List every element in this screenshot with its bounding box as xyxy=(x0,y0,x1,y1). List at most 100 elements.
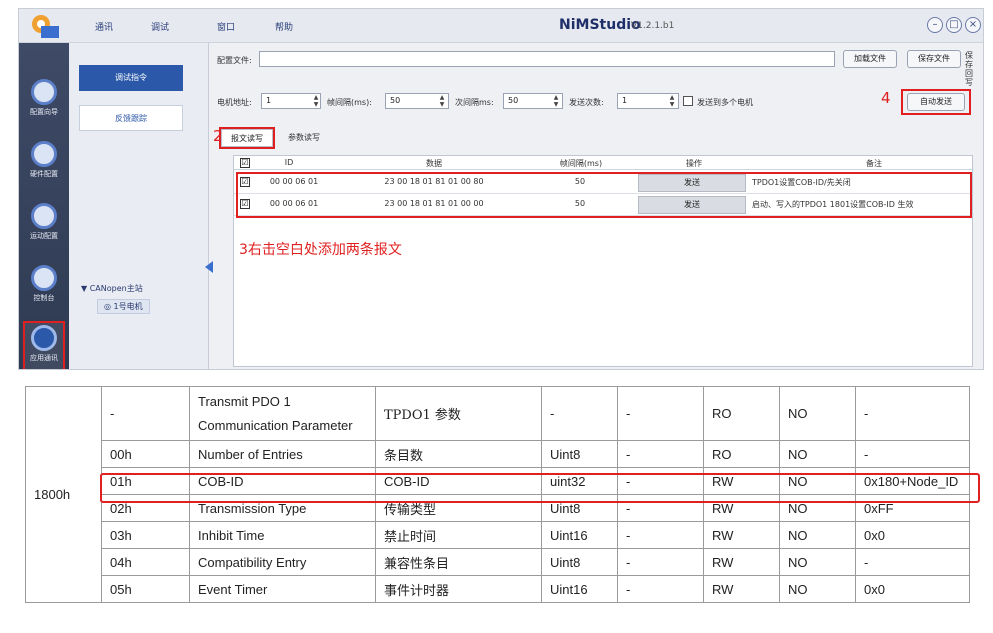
od-name: Event Timer xyxy=(189,575,376,603)
main-content: 配置文件: 加载文件 保存文件 保存回写 电机地址: 1 ▲ ▼ 帧间隔(ms):… xyxy=(213,49,975,369)
feedback-trace-button[interactable]: 反馈跟踪 xyxy=(79,105,183,131)
multi-motor-label: 发送到多个电机 xyxy=(697,98,753,107)
spinner-icon[interactable]: ▲ ▼ xyxy=(311,94,321,108)
od-mapping: NO xyxy=(779,521,856,549)
step-marker-4: 4 xyxy=(881,89,891,107)
od-subindex: 05h xyxy=(101,575,190,603)
spinner-icon[interactable]: ▲ ▼ xyxy=(551,94,561,108)
od-access: RW xyxy=(703,548,780,576)
app-title: NiMStudio xyxy=(559,17,641,33)
maximize-button[interactable]: □ xyxy=(946,17,962,33)
sidebar-item-label: 控制台 xyxy=(33,294,55,302)
sidebar-item-label: 硬件配置 xyxy=(30,170,58,178)
od-default: - xyxy=(855,440,970,468)
message-table: ☑ ID 数据 帧间隔(ms) 操作 备注 ☑ 00 00 06 01 23 0… xyxy=(233,155,974,367)
od-access: RO xyxy=(703,440,780,468)
col-header-action: 操作 xyxy=(686,159,702,168)
od-name: Number of Entries xyxy=(189,440,376,468)
debug-command-button[interactable]: 调试指令 xyxy=(79,65,183,91)
sidebar-item-wizard[interactable]: 配置向导 xyxy=(23,77,65,129)
table-row: 01h COB-ID COB-ID uint32 - RW NO 0x180+N… xyxy=(26,467,970,495)
send-count-label: 发送次数: xyxy=(569,98,604,107)
rows-highlight xyxy=(236,172,972,218)
od-cn-name: 条目数 xyxy=(375,440,542,468)
config-file-label: 配置文件: xyxy=(217,56,252,65)
sidebar: 配置向导 硬件配置 运动配置 控制台 应用通讯 xyxy=(19,43,69,369)
table-row: 03h Inhibit Time 禁止时间 Uint16 - RW NO 0x0 xyxy=(26,521,970,549)
app-logo-icon xyxy=(32,15,59,38)
od-access: RW xyxy=(703,521,780,549)
sidebar-item-hardware[interactable]: 硬件配置 xyxy=(23,139,65,191)
table-row: 02h Transmission Type 传输类型 Uint8 - RW NO… xyxy=(26,494,970,522)
od-name: Transmission Type xyxy=(189,494,376,522)
sidebar-item-comm[interactable]: 应用通讯 xyxy=(23,321,65,369)
od-subindex: 01h xyxy=(101,467,190,495)
od-subindex: 04h xyxy=(101,548,190,576)
od-col5: - xyxy=(617,548,704,576)
od-type: Uint8 xyxy=(541,548,618,576)
od-subindex: 02h xyxy=(101,494,190,522)
od-default: - xyxy=(855,548,970,576)
tree-node-label: 1号电机 xyxy=(113,302,143,311)
od-name: Transmit PDO 1 Communication Parameter xyxy=(189,386,376,441)
multi-motor-checkbox[interactable] xyxy=(683,96,693,106)
table-row: 00h Number of Entries 条目数 Uint8 - RO NO … xyxy=(26,440,970,468)
close-button[interactable]: × xyxy=(965,17,981,33)
od-subindex: - xyxy=(101,386,190,441)
od-name: Inhibit Time xyxy=(189,521,376,549)
od-access: RO xyxy=(703,386,780,441)
nimstudio-window: 通讯 调试 窗口 帮助 NiMStudio V1.2.1.b1 – □ × 配置… xyxy=(18,8,984,370)
spinner-icon[interactable]: ▲ ▼ xyxy=(667,94,677,108)
config-file-input[interactable] xyxy=(259,51,835,67)
od-cn-name: 禁止时间 xyxy=(375,521,542,549)
col-header-data: 数据 xyxy=(426,159,442,168)
app-version: V1.2.1.b1 xyxy=(631,21,675,31)
sidebar-item-motion[interactable]: 运动配置 xyxy=(23,201,65,253)
col-header-interval: 帧间隔(ms) xyxy=(559,159,603,168)
od-default: 0x0 xyxy=(855,575,970,603)
motor-address-label: 电机地址: xyxy=(217,98,252,107)
od-mapping: NO xyxy=(779,467,856,495)
sidebar-item-console[interactable]: 控制台 xyxy=(23,263,65,315)
table-row: 04h Compatibility Entry 兼容性条目 Uint8 - RW… xyxy=(26,548,970,576)
od-name: COB-ID xyxy=(189,467,376,495)
table-header-divider xyxy=(234,169,974,170)
table-row: 05h Event Timer 事件计时器 Uint16 - RW NO 0x0 xyxy=(26,575,970,603)
menu-help[interactable]: 帮助 xyxy=(275,20,293,33)
save-file-button[interactable]: 保存文件 xyxy=(907,50,961,68)
auto-send-button[interactable]: 自动发送 xyxy=(907,93,965,111)
minimize-button[interactable]: – xyxy=(927,17,943,33)
wizard-icon xyxy=(31,79,57,105)
od-type: Uint8 xyxy=(541,440,618,468)
od-cn-name: 传输类型 xyxy=(375,494,542,522)
tree-root[interactable]: ▼ CANopen主站 xyxy=(81,283,143,294)
od-type: Uint16 xyxy=(541,521,618,549)
spinner-icon[interactable]: ▲ ▼ xyxy=(437,94,447,108)
select-all-checkbox[interactable]: ☑ xyxy=(240,158,250,168)
col-header-note: 备注 xyxy=(866,159,882,168)
tree-node-motor[interactable]: ◎ 1号电机 xyxy=(97,299,150,314)
od-mapping: NO xyxy=(779,575,856,603)
od-type: Uint8 xyxy=(541,494,618,522)
tab-param-rw[interactable]: 参数读写 xyxy=(281,129,327,147)
od-subindex: 03h xyxy=(101,521,190,549)
od-access: RW xyxy=(703,494,780,522)
od-access: RW xyxy=(703,467,780,495)
col-header-id: ID xyxy=(284,158,294,167)
od-default: 0x180+Node_ID xyxy=(855,467,970,495)
menu-comm[interactable]: 通讯 xyxy=(95,20,113,33)
od-default: 0xFF xyxy=(855,494,970,522)
tree-root-label: CANopen主站 xyxy=(89,284,143,293)
frame-interval-label: 帧间隔(ms): xyxy=(327,98,372,107)
od-col5: - xyxy=(617,467,704,495)
motion-icon xyxy=(31,203,57,229)
load-file-button[interactable]: 加载文件 xyxy=(843,50,897,68)
od-type: Uint16 xyxy=(541,575,618,603)
gauge-icon xyxy=(31,265,57,291)
od-index: 1800h xyxy=(25,386,102,603)
step-annotation-3: 3右击空白处添加两条报文 xyxy=(239,242,402,258)
menu-debug[interactable]: 调试 xyxy=(151,20,169,33)
od-mapping: NO xyxy=(779,494,856,522)
menu-window[interactable]: 窗口 xyxy=(217,20,235,33)
od-cn-name: COB-ID xyxy=(375,467,542,495)
